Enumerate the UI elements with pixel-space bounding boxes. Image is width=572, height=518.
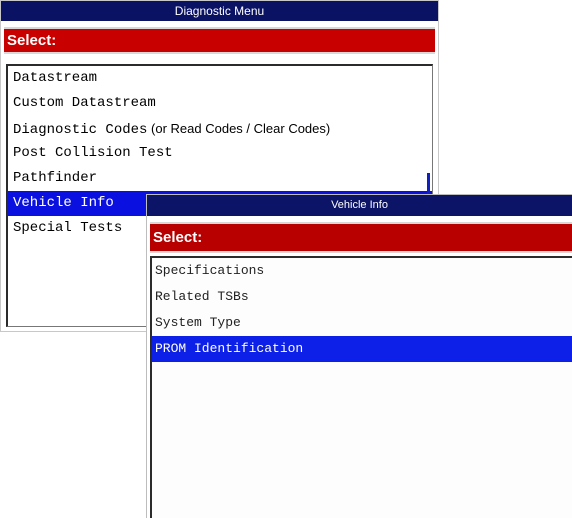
menu-item-label: Datastream <box>13 70 98 86</box>
menu-item-custom-datastream[interactable]: Custom Datastream <box>8 91 432 116</box>
menu-item-post-collision-test[interactable]: Post Collision Test <box>8 141 432 166</box>
menu-item-label: Custom Datastream <box>13 95 156 111</box>
menu-item-label: Post Collision Test <box>13 145 173 161</box>
menu-item-label: Specifications <box>155 263 265 278</box>
vehicle-info-window: Vehicle Info Select: Specifications Rela… <box>146 194 572 518</box>
menu-item-specifications[interactable]: Specifications <box>152 258 572 284</box>
menu-item-label: Special Tests <box>13 220 123 236</box>
menu-item-label: Vehicle Info <box>13 195 114 211</box>
vehicle-info-select-label: Select: <box>150 222 572 253</box>
menu-item-label: System Type <box>155 315 241 330</box>
diagnostic-menu-title: Diagnostic Menu <box>1 1 438 21</box>
menu-item-label: Related TSBs <box>155 289 249 304</box>
menu-item-related-tsbs[interactable]: Related TSBs <box>152 284 572 310</box>
menu-item-label: Pathfinder <box>13 170 98 186</box>
menu-item-note: (or Read Codes / Clear Codes) <box>147 121 331 136</box>
vehicle-info-title: Vehicle Info <box>147 195 572 216</box>
menu-item-system-type[interactable]: System Type <box>152 310 572 336</box>
menu-item-label: Diagnostic Codes <box>13 122 148 138</box>
menu-item-datastream[interactable]: Datastream <box>8 66 432 91</box>
menu-item-prom-identification[interactable]: PROM Identification <box>152 336 572 362</box>
menu-item-label: PROM Identification <box>155 341 304 356</box>
menu-item-pathfinder[interactable]: Pathfinder <box>8 166 432 191</box>
menu-item-diagnostic-codes[interactable]: Diagnostic Codes (or Read Codes / Clear … <box>8 116 432 141</box>
diagnostic-menu-select-label: Select: <box>4 27 435 54</box>
vehicle-info-list: Specifications Related TSBs System Type … <box>150 256 572 518</box>
